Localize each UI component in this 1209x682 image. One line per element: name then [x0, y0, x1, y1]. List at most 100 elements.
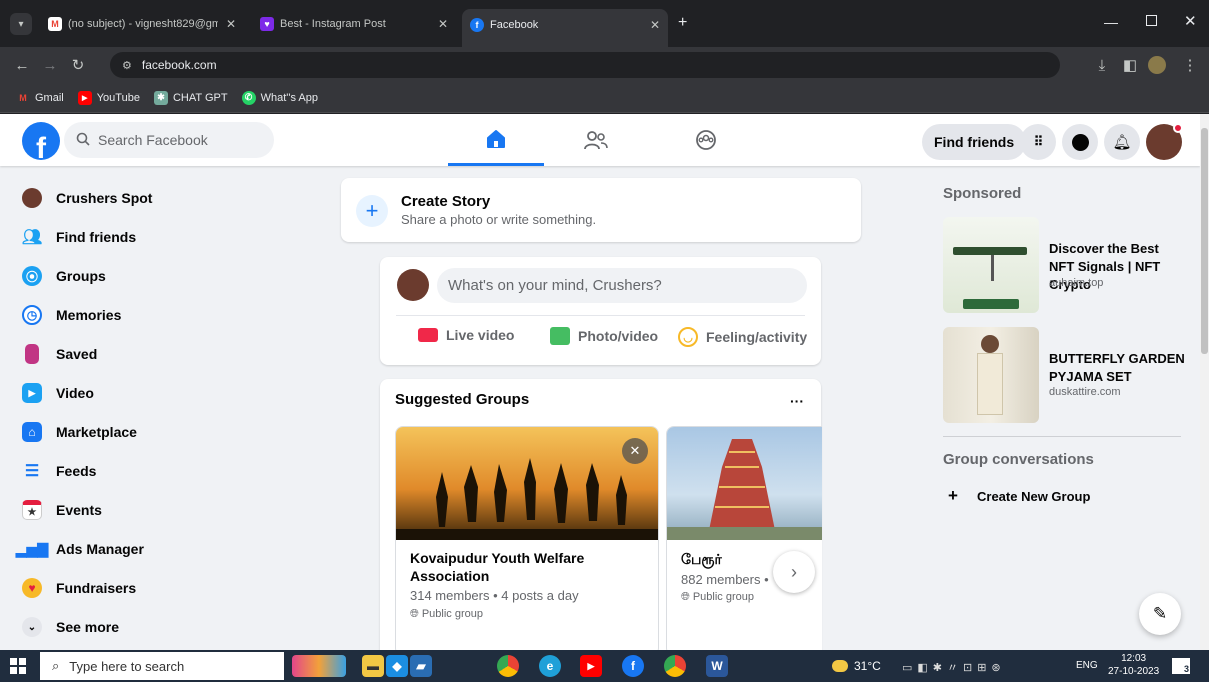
bookmark-youtube[interactable]: ▶ YouTube: [77, 90, 140, 105]
windows-start-button[interactable]: [10, 658, 26, 674]
tab-search-button[interactable]: ▾: [10, 13, 32, 35]
page-scrollbar[interactable]: [1200, 114, 1209, 650]
close-tab-icon[interactable]: ✕: [438, 17, 448, 31]
taskbar-app-files[interactable]: ▬: [362, 655, 384, 677]
search-input[interactable]: Search Facebook: [64, 122, 274, 158]
taskbar-app-word[interactable]: W: [706, 655, 728, 677]
bookmark-gmail[interactable]: M Gmail: [16, 91, 64, 105]
ad-image[interactable]: [943, 327, 1039, 423]
minimize-button[interactable]: —: [1104, 14, 1118, 30]
groups-icon: [696, 130, 716, 150]
nav-tab-home[interactable]: [448, 114, 544, 166]
taskbar-app-photos[interactable]: [292, 655, 346, 677]
close-tab-icon[interactable]: ✕: [226, 17, 236, 31]
divider: [943, 436, 1181, 437]
scrollbar-thumb[interactable]: [1201, 128, 1208, 354]
composer-input[interactable]: What's on your mind, Crushers?: [437, 268, 807, 303]
new-message-button[interactable]: ✎: [1139, 593, 1181, 635]
sidebar-item-feeds[interactable]: ☰ Feeds: [22, 454, 97, 488]
sidebar-item-label: Marketplace: [56, 424, 137, 440]
sidebar-item-saved[interactable]: Saved: [22, 337, 97, 371]
taskbar-app-edge[interactable]: e: [539, 655, 561, 677]
gmail-icon: M: [19, 92, 27, 103]
story-title: Create Story: [401, 193, 491, 210]
account-avatar[interactable]: [1146, 123, 1183, 160]
create-new-group-button[interactable]: + Create New Group: [943, 486, 1090, 506]
action-label: Feeling/activity: [706, 329, 808, 345]
chart-icon: ▂▅▇: [15, 540, 49, 557]
taskbar-app-facebook[interactable]: f: [622, 655, 644, 677]
more-options-icon[interactable]: ···: [790, 393, 804, 409]
bookmark-chatgpt[interactable]: ✱ CHAT GPT: [153, 90, 228, 105]
group-name[interactable]: பேரூர்: [681, 551, 722, 570]
group-name[interactable]: Kovaipudur Youth Welfare Association: [410, 549, 630, 585]
profile-avatar: [22, 188, 42, 208]
sidebar-item-see-more[interactable]: ⌄ See more: [22, 610, 119, 644]
language-indicator[interactable]: ENG: [1076, 660, 1098, 671]
sidebar-item-memories[interactable]: ◷ Memories: [22, 298, 121, 332]
bookmark-whatsapp[interactable]: ✆ What''s App: [241, 90, 318, 105]
nav-tab-friends[interactable]: [548, 114, 644, 166]
new-tab-button[interactable]: +: [678, 14, 687, 32]
sidepanel-icon[interactable]: ◧: [1116, 56, 1144, 74]
post-composer-card: What's on your mind, Crushers? Live vide…: [380, 257, 821, 365]
sidebar-item-events[interactable]: ★ Events: [22, 493, 102, 527]
close-window-button[interactable]: ✕: [1184, 12, 1197, 30]
back-icon[interactable]: ←: [8, 57, 36, 74]
bookmark-label: Gmail: [35, 91, 64, 104]
privacy-label: Public group: [421, 608, 483, 620]
group-meta: 882 members •: [681, 572, 769, 587]
menu-icon[interactable]: ⋮: [1176, 56, 1204, 74]
privacy-label: Public group: [692, 591, 754, 603]
sidebar-item-find-friends[interactable]: 👥︎ Find friends: [22, 220, 136, 254]
taskbar-app-chrome[interactable]: [497, 655, 519, 677]
sidebar-item-groups[interactable]: ⦿ Groups: [22, 259, 106, 293]
forward-icon[interactable]: →: [36, 57, 64, 74]
taskbar-app-youtube[interactable]: ▶: [580, 655, 602, 677]
shop-icon: ⌂: [22, 422, 42, 442]
notification-center-button[interactable]: 3: [1172, 658, 1190, 674]
home-icon: [487, 129, 505, 148]
system-tray-icons[interactable]: ▭◧✱〃⊡⊞⊛: [902, 659, 1006, 675]
taskbar-app-chrome-active[interactable]: [664, 655, 686, 677]
clock[interactable]: 12:03 27-10-2023: [1108, 652, 1159, 678]
messenger-button[interactable]: [1062, 124, 1098, 160]
ad-image[interactable]: [943, 217, 1039, 313]
reload-icon[interactable]: ↻: [64, 56, 92, 74]
browser-tab-gmail[interactable]: M (no subject) - vignesht829@gm ✕: [40, 9, 244, 39]
sidebar-item-ads-manager[interactable]: ▂▅▇ Ads Manager: [15, 532, 144, 566]
site-info-icon[interactable]: ⚙: [122, 59, 132, 72]
close-tab-icon[interactable]: ✕: [650, 18, 660, 32]
sidebar-item-video[interactable]: ▶ Video: [22, 376, 94, 410]
notifications-button[interactable]: 🔔︎: [1104, 124, 1140, 160]
profile-avatar[interactable]: [1148, 56, 1166, 74]
find-friends-button[interactable]: Find friends: [922, 124, 1027, 160]
live-video-button[interactable]: Live video: [418, 327, 514, 343]
taskbar-app-terminal[interactable]: ▰: [410, 655, 432, 677]
sidebar-item-profile[interactable]: Crushers Spot: [22, 181, 152, 215]
taskbar-app-store[interactable]: ◆: [386, 655, 408, 677]
sidebar-item-marketplace[interactable]: ⌂ Marketplace: [22, 415, 137, 449]
address-bar[interactable]: ⚙ facebook.com: [110, 52, 1060, 78]
weather-widget[interactable]: 31°C: [832, 659, 881, 673]
browser-tab-instagram[interactable]: ♥ Best - Instagram Post ✕: [252, 9, 456, 39]
browser-tab-facebook[interactable]: f Facebook ✕: [462, 9, 668, 47]
download-icon[interactable]: ⤓: [1088, 57, 1116, 74]
chevron-down-icon: ⌄: [22, 617, 42, 637]
avatar: [397, 269, 429, 301]
dismiss-group-button[interactable]: ✕: [622, 438, 648, 464]
ad-title[interactable]: BUTTERFLY GARDEN PYJAMA SET: [1049, 350, 1187, 386]
group-card[interactable]: ✕ Kovaipudur Youth Welfare Association 3…: [395, 426, 659, 650]
nav-tab-groups[interactable]: [658, 114, 754, 166]
photo-video-button[interactable]: Photo/video: [550, 327, 658, 345]
sidebar-item-fundraisers[interactable]: ♥ Fundraisers: [22, 571, 136, 605]
create-story-card[interactable]: + Create Story Share a photo or write so…: [341, 178, 861, 242]
restore-button[interactable]: [1146, 15, 1157, 26]
facebook-logo[interactable]: f: [22, 122, 60, 160]
taskbar-search-box[interactable]: ⌕ Type here to search: [40, 652, 284, 680]
clock-date: 27-10-2023: [1108, 666, 1160, 677]
group-card[interactable]: பேரூர் 882 members • 🌐︎ Public group: [666, 426, 822, 650]
feeling-activity-button[interactable]: ◡ Feeling/activity: [678, 327, 807, 347]
menu-grid-button[interactable]: ⠿: [1020, 124, 1056, 160]
carousel-next-button[interactable]: ›: [773, 551, 815, 593]
